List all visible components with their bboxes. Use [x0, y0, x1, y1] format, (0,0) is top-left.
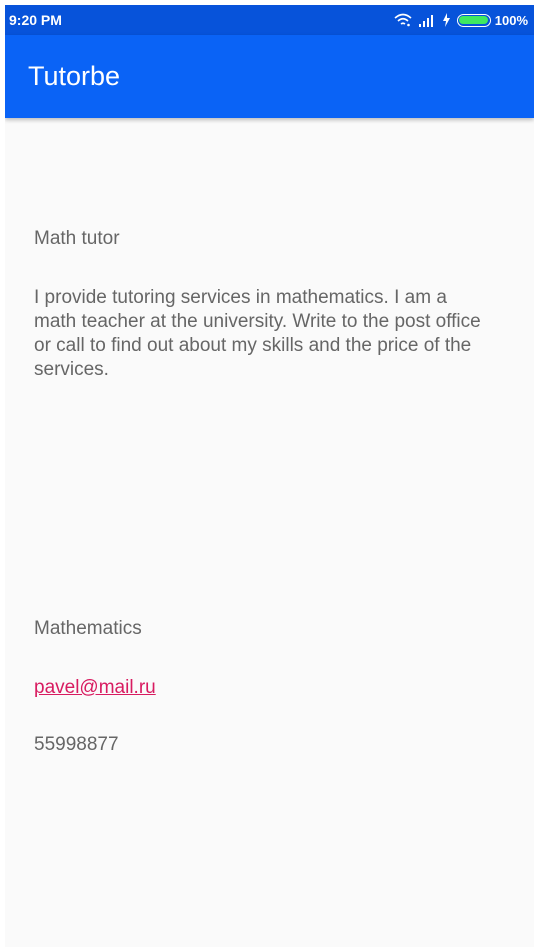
- app-bar: Tutorbe: [5, 35, 534, 118]
- status-bar: 9:20 PM 100%: [5, 5, 534, 35]
- battery-level: [459, 16, 489, 24]
- email-link[interactable]: pavel@mail.ru: [34, 677, 494, 699]
- wifi-icon: [394, 13, 412, 27]
- tutor-title: Math tutor: [34, 228, 120, 249]
- app-screen: 9:20 PM 100% Tutorbe Math tutor I provid…: [5, 5, 534, 947]
- battery-icon: 100%: [456, 12, 528, 28]
- signal-icon: [418, 13, 436, 27]
- app-title: Tutorbe: [28, 61, 121, 91]
- tutor-subject: Mathematics: [34, 618, 142, 639]
- status-time: 9:20 PM: [9, 12, 62, 28]
- battery-percent: 100%: [494, 12, 528, 28]
- status-icons: 100%: [394, 13, 534, 28]
- charging-icon: [442, 13, 451, 27]
- phone-number[interactable]: 55998877: [34, 734, 494, 756]
- battery-body: [456, 13, 491, 27]
- tutor-description: I provide tutoring services in mathemati…: [34, 287, 481, 380]
